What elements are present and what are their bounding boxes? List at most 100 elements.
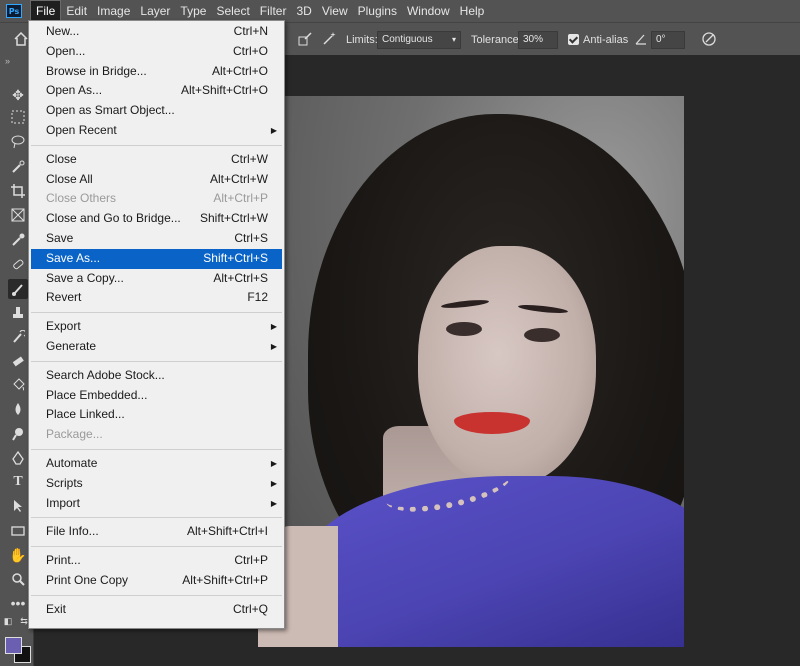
- history-brush-tool-icon[interactable]: [8, 327, 28, 347]
- menu-item-label: Place Linked...: [46, 407, 125, 422]
- menu-select[interactable]: Select: [211, 0, 254, 22]
- menu-item-export[interactable]: Export ▶: [29, 317, 284, 337]
- menu-item-shortcut: Alt+Ctrl+O: [211, 63, 268, 78]
- rectangle-tool-icon[interactable]: [8, 521, 28, 541]
- menu-item-place-linked[interactable]: Place Linked...: [29, 405, 284, 425]
- menu-item-open-as[interactable]: Open As... Alt+Shift+Ctrl+O: [29, 81, 284, 101]
- menu-file[interactable]: File: [30, 0, 62, 22]
- menu-item-label: Place Embedded...: [46, 387, 148, 402]
- marquee-tool-icon[interactable]: [8, 107, 28, 127]
- logo-text: Ps: [8, 6, 20, 16]
- menu-item-open-as-smart-object[interactable]: Open as Smart Object...: [29, 101, 284, 121]
- menu-item-label: Save: [46, 230, 74, 245]
- path-selection-tool-icon[interactable]: [8, 496, 28, 516]
- file-menu-dropdown: New... Ctrl+N Open... Ctrl+O Browse in Bri…: [28, 20, 285, 629]
- menu-item-close-others: Close Others Alt+Ctrl+P: [29, 189, 284, 209]
- dodge-tool-icon[interactable]: [8, 424, 28, 444]
- foreground-color-swatch[interactable]: [5, 637, 22, 654]
- angle-input[interactable]: 0°: [651, 30, 685, 49]
- menu-view[interactable]: View: [317, 0, 353, 22]
- menu-item-shortcut: Alt+Shift+Ctrl+P: [182, 572, 268, 587]
- submenu-arrow-icon: ▶: [270, 125, 277, 135]
- limits-value: Contiguous: [382, 33, 433, 45]
- menu-item-label: Open...: [46, 43, 86, 58]
- menu-item-label: Scripts: [46, 475, 83, 490]
- menu-item-search-adobe-stock[interactable]: Search Adobe Stock...: [29, 366, 284, 386]
- menu-separator: [31, 448, 282, 450]
- limits-select[interactable]: Contiguous ▾: [377, 30, 461, 49]
- eyedropper-tool-icon[interactable]: [8, 230, 28, 250]
- menu-separator: [31, 312, 282, 314]
- frame-tool-icon[interactable]: [8, 205, 28, 225]
- menu-item-shortcut: Alt+Shift+Ctrl+I: [186, 524, 268, 539]
- menu-item-new[interactable]: New... Ctrl+N: [29, 22, 284, 42]
- sample-all-layers-icon[interactable]: [296, 30, 314, 48]
- menu-item-shortcut: Alt+Ctrl+S: [213, 270, 268, 285]
- submenu-arrow-icon: ▶: [270, 458, 277, 468]
- menu-item-close[interactable]: Close Ctrl+W: [29, 150, 284, 170]
- clone-stamp-tool-icon[interactable]: [8, 303, 28, 323]
- menu-item-save-a-copy[interactable]: Save a Copy... Alt+Ctrl+S: [29, 269, 284, 289]
- lasso-tool-icon[interactable]: [8, 132, 28, 152]
- hand-tool-icon[interactable]: ✋: [8, 545, 28, 565]
- menu-item-print-one-copy[interactable]: Print One Copy Alt+Shift+Ctrl+P: [29, 571, 284, 591]
- menu-item-print[interactable]: Print... Ctrl+P: [29, 551, 284, 571]
- menu-image[interactable]: Image: [92, 0, 135, 22]
- move-tool-icon[interactable]: ✥: [8, 85, 28, 105]
- menu-item-close-and-go-to-bridge[interactable]: Close and Go to Bridge... Shift+Ctrl+W: [29, 209, 284, 229]
- default-colors-icon[interactable]: ◧: [2, 615, 14, 627]
- magic-wand-option-icon[interactable]: [320, 30, 338, 48]
- menu-3d[interactable]: 3D: [291, 0, 316, 22]
- menu-item-label: Close and Go to Bridge...: [46, 211, 181, 226]
- menu-item-generate[interactable]: Generate ▶: [29, 337, 284, 357]
- tolerance-input[interactable]: 30%: [518, 30, 558, 49]
- menu-item-label: Open As...: [46, 83, 103, 98]
- menu-item-open-recent[interactable]: Open Recent ▶: [29, 121, 284, 141]
- menu-help[interactable]: Help: [455, 0, 490, 22]
- healing-brush-tool-icon[interactable]: [8, 254, 28, 274]
- menu-item-open[interactable]: Open... Ctrl+O: [29, 42, 284, 62]
- menu-item-file-info[interactable]: File Info... Alt+Shift+Ctrl+I: [29, 522, 284, 542]
- menu-item-automate[interactable]: Automate ▶: [29, 454, 284, 474]
- more-tools-icon[interactable]: •••: [8, 593, 28, 613]
- menu-type[interactable]: Type: [175, 0, 211, 22]
- menu-item-label: Revert: [46, 290, 82, 305]
- menu-edit[interactable]: Edit: [61, 0, 92, 22]
- menu-item-revert[interactable]: Revert F12: [29, 288, 284, 308]
- menu-item-scripts[interactable]: Scripts ▶: [29, 474, 284, 494]
- menu-item-save-as[interactable]: Save As... Shift+Ctrl+S: [31, 248, 282, 269]
- menu-separator: [31, 144, 282, 146]
- crop-tool-icon[interactable]: [8, 181, 28, 201]
- refine-icon[interactable]: [700, 30, 718, 48]
- menu-item-place-embedded[interactable]: Place Embedded...: [29, 386, 284, 406]
- eraser-tool-icon[interactable]: [8, 351, 28, 371]
- menu-window[interactable]: Window: [402, 0, 455, 22]
- menu-item-label: Close Others: [46, 191, 117, 206]
- menu-item-shortcut: Ctrl+N: [233, 24, 268, 38]
- menu-item-shortcut: Alt+Shift+Ctrl+O: [180, 83, 268, 98]
- antialias-checkbox[interactable]: Anti-alias: [568, 23, 628, 56]
- menu-layer[interactable]: Layer: [135, 0, 175, 22]
- photo-eye: [524, 328, 560, 342]
- menu-item-save[interactable]: Save Ctrl+S: [29, 229, 284, 249]
- tolerance-label: Tolerance:: [471, 33, 522, 46]
- menu-item-close-all[interactable]: Close All Alt+Ctrl+W: [29, 170, 284, 190]
- blur-tool-icon[interactable]: [8, 399, 28, 419]
- menu-item-shortcut: Shift+Ctrl+S: [203, 250, 268, 265]
- menu-plugins[interactable]: Plugins: [353, 0, 402, 22]
- menu-item-shortcut: Ctrl+W: [231, 151, 268, 166]
- zoom-tool-icon[interactable]: [8, 569, 28, 589]
- brush-tool-icon[interactable]: [8, 279, 28, 299]
- paint-bucket-tool-icon[interactable]: [8, 375, 28, 395]
- menu-item-browse-in-bridge[interactable]: Browse in Bridge... Alt+Ctrl+O: [29, 62, 284, 82]
- type-tool-icon[interactable]: T: [8, 472, 28, 492]
- menu-item-import[interactable]: Import ▶: [29, 494, 284, 514]
- menu-filter[interactable]: Filter: [255, 0, 292, 22]
- menu-item-exit[interactable]: Exit Ctrl+Q: [29, 600, 284, 620]
- pen-tool-icon[interactable]: [8, 448, 28, 468]
- document-image[interactable]: [258, 96, 684, 647]
- quick-selection-tool-icon[interactable]: [8, 157, 28, 177]
- photo-eye: [446, 322, 482, 336]
- menu-separator: [31, 546, 282, 548]
- menu-bar: Ps File Edit Image Layer Type Select Fil…: [0, 0, 800, 22]
